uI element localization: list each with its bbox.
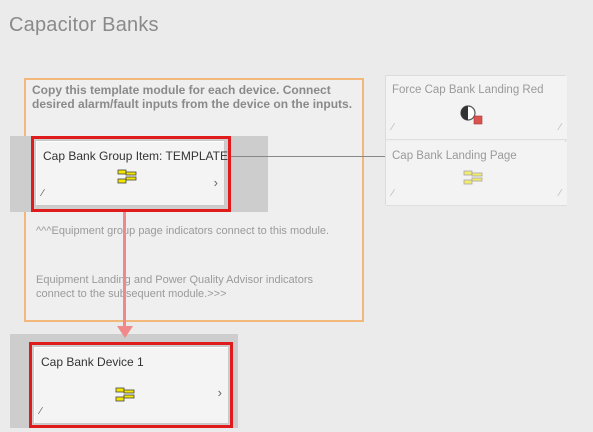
corner-tick-icon: ∕ — [559, 188, 561, 199]
connector-line — [228, 156, 388, 157]
landing-page-title: Cap Bank Landing Page — [392, 150, 517, 162]
flow-arrow-head — [117, 326, 133, 338]
hint-landing-indicators: Equipment Landing and Power Quality Advi… — [36, 274, 313, 300]
page-title: Capacitor Banks — [9, 14, 159, 36]
template-instructions: Copy this template module for each devic… — [32, 83, 353, 111]
landing-modules-panel: Force Cap Bank Landing Red ∕ ∕ Cap Bank … — [385, 75, 567, 206]
corner-tick-icon: ∕ — [392, 188, 394, 199]
force-cap-bank-landing-red-module[interactable]: Force Cap Bank Landing Red ∕ ∕ — [386, 76, 567, 140]
force-red-title: Force Cap Bank Landing Red — [392, 84, 544, 96]
half-circle-red-square-icon — [458, 104, 486, 126]
corner-tick-icon: ∕ — [392, 122, 394, 133]
capacitor-bank-icon — [462, 168, 486, 188]
cap-bank-landing-page-module[interactable]: Cap Bank Landing Page ∕ ∕ — [386, 142, 567, 206]
hint-group-page-indicators: ^^^Equipment group page indicators conne… — [36, 225, 330, 237]
corner-tick-icon: ∕ — [559, 122, 561, 133]
device-highlight-frame — [29, 342, 233, 428]
flow-arrow-line — [123, 212, 126, 330]
template-item-highlight-frame — [31, 136, 231, 212]
